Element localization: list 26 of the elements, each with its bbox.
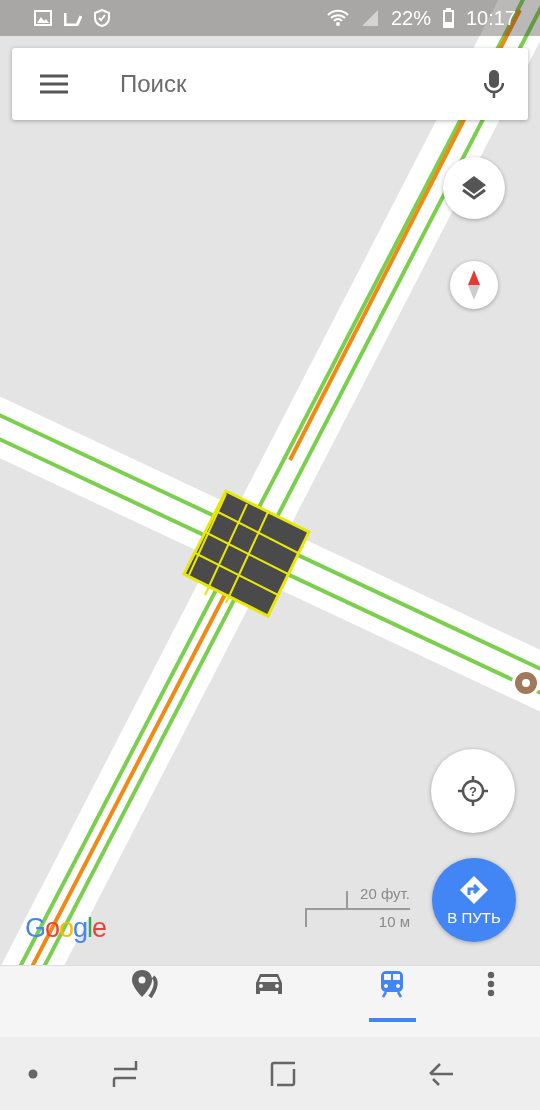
dot-icon [28,1068,38,1079]
back-icon [428,1060,454,1087]
menu-icon[interactable] [40,74,68,94]
recents-icon [112,1059,138,1088]
search-bar[interactable]: Поиск [12,48,528,120]
place-pin-icon [130,969,161,999]
signal-icon [360,9,379,27]
train-icon [380,970,405,998]
scale-label: 20 фут. [360,885,410,902]
wifi-icon [326,9,349,27]
question-mark: ? [469,784,477,799]
battery-icon [442,8,454,28]
shield-icon [94,9,110,27]
layers-icon [460,174,488,202]
microphone-icon[interactable] [484,69,504,99]
scale-label: 10 м [378,913,410,930]
directions-icon [459,874,489,905]
more-icon [487,971,496,997]
compass-icon [468,270,480,300]
car-icon [255,971,283,997]
checklist-icon [64,10,82,26]
image-icon [34,10,52,26]
tab[interactable] [368,970,417,1022]
search-field[interactable]: Поиск [120,64,484,104]
home-icon [270,1060,296,1087]
battery-level: 22% [390,6,431,30]
